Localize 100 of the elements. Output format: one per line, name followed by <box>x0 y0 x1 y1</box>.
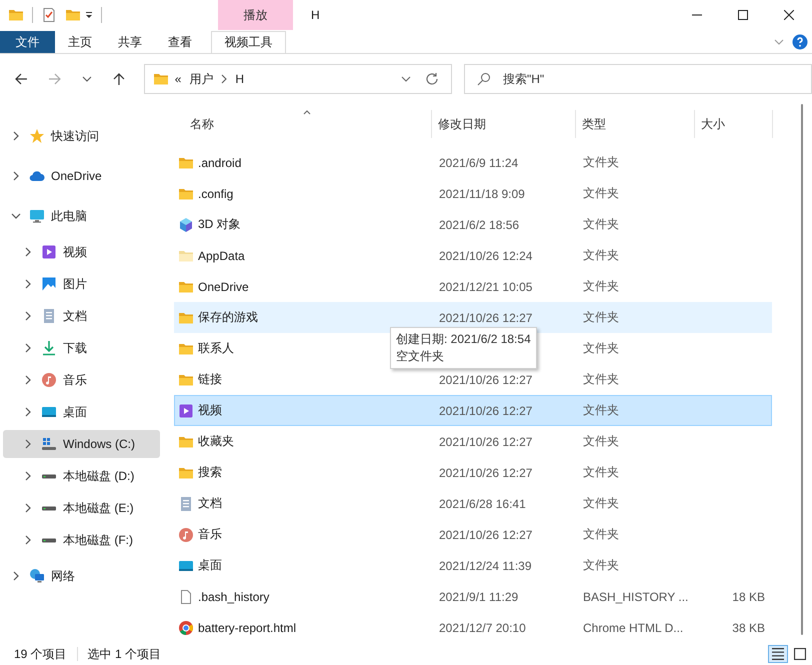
sidebar-item[interactable]: Windows (C:) <box>3 430 160 458</box>
modified-date: 2021/10/26 12:27 <box>439 466 532 480</box>
maximize-icon <box>738 10 748 20</box>
drive-icon <box>42 538 56 542</box>
file-type: 文件夹 <box>583 527 619 541</box>
chevron-right-icon[interactable] <box>11 131 21 141</box>
file-name: .config <box>198 186 234 200</box>
column-header[interactable]: 类型 <box>576 110 695 138</box>
file-type: 文件夹 <box>583 372 619 386</box>
sidebar-item[interactable]: OneDrive <box>3 156 160 196</box>
modified-date: 2021/12/21 10:05 <box>439 280 532 294</box>
back-arrow-icon[interactable] <box>14 72 28 86</box>
dropdown-icon[interactable] <box>85 11 93 19</box>
file-name: 链接 <box>198 371 222 388</box>
browser-icon <box>178 620 194 636</box>
modified-date: 2021/10/26 12:24 <box>439 248 532 262</box>
document-icon <box>178 496 194 512</box>
sidebar-item[interactable]: 快速访问 <box>3 116 160 156</box>
ribbon-tab[interactable]: 查看 <box>155 31 205 53</box>
chevron-down-icon[interactable] <box>11 211 21 221</box>
sidebar-item[interactable]: 本地磁盘 (F:) <box>3 524 160 556</box>
help-icon[interactable] <box>792 34 808 50</box>
file-name: 3D 对象 <box>198 216 241 233</box>
file-type: 文件夹 <box>583 434 619 448</box>
checklist-icon[interactable] <box>41 7 57 23</box>
chevron-right-icon[interactable] <box>23 343 33 353</box>
drive-icon <box>42 506 56 510</box>
ribbon-tab[interactable]: 主页 <box>55 31 105 53</box>
file-size: 38 KB <box>732 620 765 634</box>
chevron-down-icon[interactable] <box>82 76 92 82</box>
drive-icon <box>42 474 56 478</box>
chevron-right-icon[interactable] <box>23 311 33 321</box>
breadcrumb[interactable]: H <box>235 72 244 86</box>
sidebar-item[interactable]: 此电脑 <box>3 196 160 236</box>
file-row[interactable]: 视频 2021/10/26 12:27 文件夹 <box>174 395 772 426</box>
file-name: 搜索 <box>198 464 222 481</box>
sidebar-item[interactable]: 桌面 <box>3 396 160 428</box>
file-type: 文件夹 <box>583 155 619 169</box>
chevron-right-icon[interactable] <box>23 247 33 257</box>
sidebar-item[interactable]: 图片 <box>3 268 160 300</box>
file-type: 文件夹 <box>583 310 619 324</box>
file-name: .android <box>198 156 242 170</box>
file-name: 音乐 <box>198 526 222 543</box>
address-bar[interactable]: « 用户 H <box>144 64 452 94</box>
video-icon <box>41 244 57 260</box>
chevron-right-icon[interactable] <box>11 171 21 181</box>
chevron-right-icon[interactable] <box>23 471 33 481</box>
file-row[interactable]: 保存的游戏 2021/10/26 12:27 文件夹 <box>174 302 772 333</box>
chevron-down-icon[interactable] <box>401 76 411 82</box>
chevron-right-icon[interactable] <box>23 439 33 449</box>
details-view-button[interactable] <box>768 645 788 663</box>
search-field[interactable]: 搜索"H" <box>464 64 812 94</box>
document-icon <box>41 308 57 324</box>
minimize-icon <box>692 14 702 16</box>
file-name: 文档 <box>198 495 222 512</box>
ribbon-tab[interactable]: 共享 <box>105 31 155 53</box>
file-type: 文件夹 <box>583 403 619 417</box>
sidebar-item[interactable]: 视频 <box>3 236 160 268</box>
item-count: 19 个项目 <box>14 646 67 662</box>
search-icon <box>477 72 491 86</box>
close-icon <box>784 10 794 20</box>
ribbon-tab[interactable]: 文件 <box>0 31 55 53</box>
breadcrumb[interactable]: 用户 <box>189 70 214 88</box>
sidebar-item[interactable]: 文档 <box>3 300 160 332</box>
chevron-right-icon[interactable] <box>23 375 33 385</box>
file-type: 文件夹 <box>583 279 619 293</box>
refresh-icon[interactable] <box>425 72 439 86</box>
file-type: 文件夹 <box>583 496 619 510</box>
modified-date: 2021/10/26 12:27 <box>439 434 532 448</box>
ribbon-tab[interactable]: 视频工具 <box>211 31 286 53</box>
file-icon <box>178 588 194 604</box>
sidebar-item[interactable]: 本地磁盘 (D:) <box>3 460 160 492</box>
sidebar-item[interactable]: 本地磁盘 (E:) <box>3 492 160 524</box>
scrollbar[interactable] <box>801 104 803 635</box>
list-lines-icon <box>772 648 784 660</box>
file-name: 联系人 <box>198 340 234 357</box>
sidebar-item[interactable]: 下载 <box>3 332 160 364</box>
file-type: 文件夹 <box>583 186 619 200</box>
folder-icon <box>152 71 169 87</box>
sidebar-item[interactable]: 音乐 <box>3 364 160 396</box>
chevron-right-icon[interactable] <box>11 571 21 581</box>
file-name: .bash_history <box>198 590 270 604</box>
file-type: 文件夹 <box>583 248 619 262</box>
modified-date: 2021/9/1 11:29 <box>439 590 518 604</box>
chevron-right-icon[interactable] <box>23 279 33 289</box>
sort-caret-icon <box>303 110 311 115</box>
column-header[interactable]: 修改日期 <box>432 110 576 138</box>
column-header[interactable]: 名称 <box>174 110 432 138</box>
music-icon <box>41 372 57 388</box>
chevron-right-icon[interactable] <box>23 535 33 545</box>
chevron-right-icon[interactable] <box>23 503 33 513</box>
up-arrow-icon[interactable] <box>112 72 126 86</box>
modified-date: 2021/10/26 12:27 <box>439 372 532 386</box>
file-type: BASH_HISTORY ... <box>583 590 688 604</box>
chevron-right-icon[interactable] <box>221 74 228 84</box>
sidebar-item[interactable]: 网络 <box>3 556 160 596</box>
context-tab-label: 播放 <box>218 0 293 30</box>
breadcrumb-overflow[interactable]: « <box>174 72 182 86</box>
chevron-right-icon[interactable] <box>23 407 33 417</box>
column-header[interactable]: 大小 <box>695 110 773 138</box>
